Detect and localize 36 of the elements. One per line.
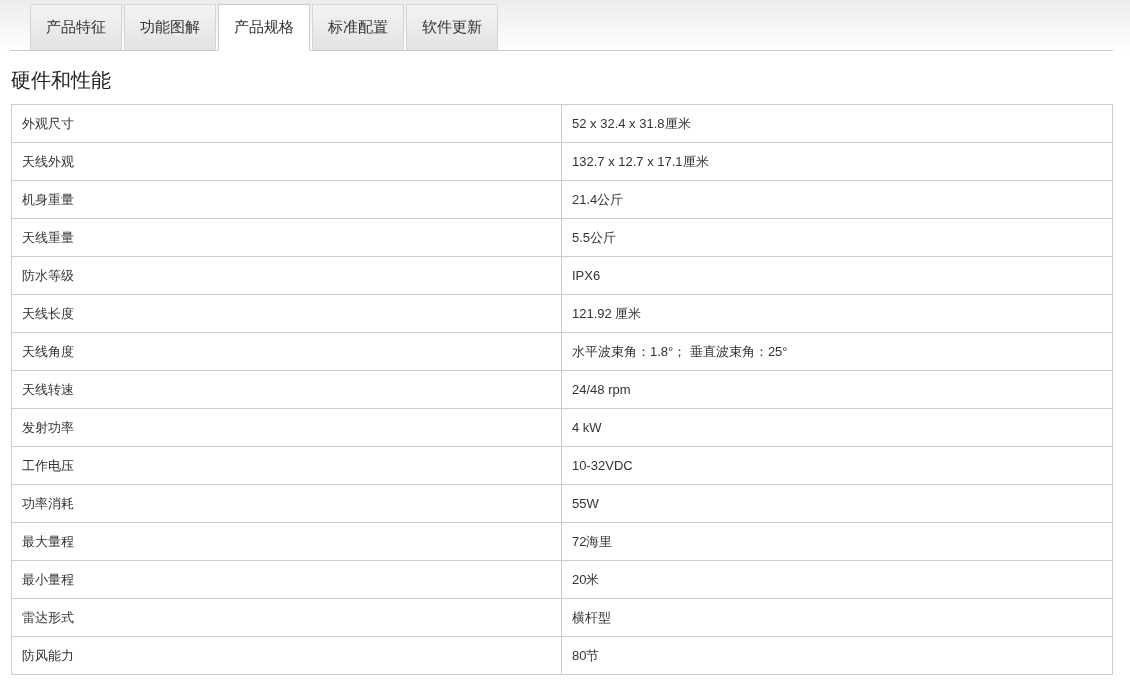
table-cell: 机身重量 — [11, 180, 562, 219]
table-cell: 横杆型 — [561, 598, 1113, 637]
table-cell: 防风能力 — [11, 636, 562, 675]
table-cell: 10-32VDC — [561, 446, 1113, 485]
table-cell: 外观尺寸 — [11, 104, 562, 143]
table-cell: 最大量程 — [11, 522, 562, 561]
tab[interactable]: 产品规格 — [218, 4, 310, 51]
section-title: 硬件和性能 — [11, 68, 111, 93]
table-cell: 天线长度 — [11, 294, 562, 333]
table-cell: 天线角度 — [11, 332, 562, 371]
table-cell: 55W — [561, 484, 1113, 523]
table-cell: 121.92 厘米 — [561, 294, 1113, 333]
table-cell: 24/48 rpm — [561, 370, 1113, 409]
table-cell: 21.4公斤 — [561, 180, 1113, 219]
tab[interactable]: 功能图解 — [124, 4, 216, 50]
table-cell: 天线外观 — [11, 142, 562, 181]
table-cell: 72海里 — [561, 522, 1113, 561]
table-cell: 水平波束角：1.8°； 垂直波束角：25° — [561, 332, 1113, 371]
table-cell: 80节 — [561, 636, 1113, 675]
table-cell: 天线转速 — [11, 370, 562, 409]
table-cell: 功率消耗 — [11, 484, 562, 523]
table-cell: 20米 — [561, 560, 1113, 599]
tab[interactable]: 标准配置 — [312, 4, 404, 50]
tab[interactable]: 产品特征 — [30, 4, 122, 50]
table-cell: 天线重量 — [11, 218, 562, 257]
table-cell: 最小量程 — [11, 560, 562, 599]
table-cell: 52 x 32.4 x 31.8厘米 — [561, 104, 1113, 143]
table-cell: 雷达形式 — [11, 598, 562, 637]
table-cell: 5.5公斤 — [561, 218, 1113, 257]
table-cell: IPX6 — [561, 256, 1113, 295]
table-cell: 4 kW — [561, 408, 1113, 447]
table-cell: 132.7 x 12.7 x 17.1厘米 — [561, 142, 1113, 181]
table-cell: 工作电压 — [11, 446, 562, 485]
table-cell: 发射功率 — [11, 408, 562, 447]
table-cell: 防水等级 — [11, 256, 562, 295]
tab[interactable]: 软件更新 — [406, 4, 498, 50]
